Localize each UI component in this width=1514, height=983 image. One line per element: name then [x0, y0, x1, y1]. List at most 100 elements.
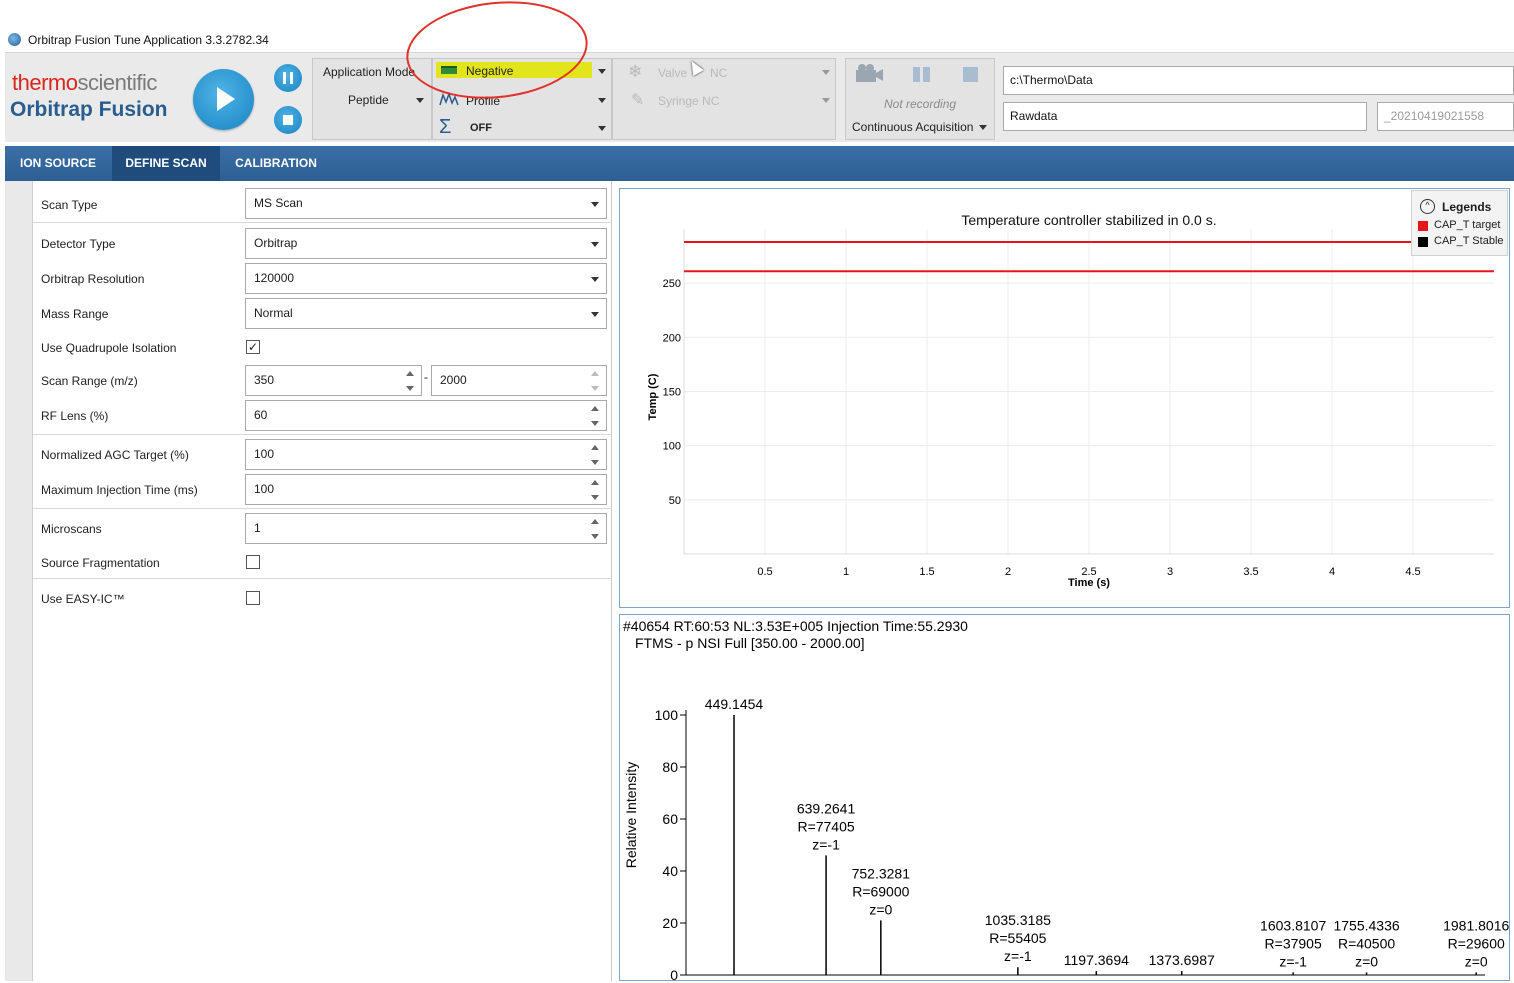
play-icon	[217, 87, 235, 111]
easy-ic-checkbox[interactable]	[246, 591, 260, 605]
scan-range-min[interactable]: 350	[245, 365, 422, 396]
peak-label: 1035.3185	[985, 912, 1051, 928]
rf-lens-field[interactable]: 60	[245, 400, 607, 431]
y-axis-label: Temp (C)	[647, 373, 659, 420]
peak-label: 1603.8107	[1260, 917, 1326, 933]
y-tick-label: 250	[663, 278, 681, 290]
syringe-select[interactable]: Syringe NC	[658, 94, 719, 108]
file-suffix-field[interactable]: _20210419021558	[1377, 102, 1514, 131]
y-tick-label: 0	[670, 967, 678, 980]
microscans-field[interactable]: 1	[245, 513, 607, 544]
divider	[33, 222, 612, 223]
thermo-logo: thermoscientific	[12, 70, 157, 95]
x-tick-label: 0.5	[757, 566, 772, 578]
record-pause-icon[interactable]	[913, 67, 931, 82]
spinner-icon[interactable]	[590, 518, 600, 540]
chevron-down-icon[interactable]	[822, 98, 830, 103]
tab-ion-source[interactable]: ION SOURCE	[12, 146, 104, 181]
start-button[interactable]	[193, 69, 254, 130]
peak-label: 1373.6987	[1149, 952, 1215, 968]
tab-define-scan[interactable]: DEFINE SCAN	[112, 146, 220, 181]
chevron-down-icon[interactable]	[598, 98, 606, 103]
x-tick-label: 1	[843, 566, 849, 578]
chevron-down-icon	[591, 242, 599, 247]
divider	[33, 434, 612, 435]
legend-swatch	[1418, 237, 1428, 247]
peak-label: 639.2641	[797, 800, 856, 816]
stop-icon	[283, 115, 293, 125]
source-frag-checkbox[interactable]	[246, 555, 260, 569]
divider	[33, 578, 612, 579]
microscans-label: Microscans	[41, 522, 102, 536]
scan-range-separator: -	[424, 370, 428, 384]
chevron-down-icon[interactable]	[598, 126, 606, 131]
mass-range-select[interactable]: Normal	[245, 298, 607, 329]
spinner-icon[interactable]	[405, 370, 415, 392]
window-title: Orbitrap Fusion Tune Application 3.3.278…	[28, 33, 269, 47]
y-axis-label: Relative Intensity	[623, 762, 639, 869]
easy-ic-label: Use EASY-IC™	[41, 592, 125, 606]
data-path-field[interactable]: c:\Thermo\Data	[1003, 66, 1514, 95]
spinner-icon[interactable]	[590, 405, 600, 427]
stop-button[interactable]	[274, 106, 302, 134]
scan-range-label: Scan Range (m/z)	[41, 374, 138, 388]
file-name-field[interactable]: Rawdata	[1003, 102, 1367, 131]
y-tick-label: 50	[669, 495, 681, 507]
divider	[33, 508, 612, 509]
chevron-down-icon[interactable]	[416, 98, 424, 103]
record-stop-icon[interactable]	[963, 67, 978, 82]
x-tick-label: 2	[1005, 566, 1011, 578]
left-collapse-bar[interactable]	[5, 181, 33, 981]
mass-range-label: Mass Range	[41, 307, 109, 321]
injection-time-field[interactable]: 100	[245, 474, 607, 505]
source-frag-label: Source Fragmentation	[41, 556, 160, 570]
y-tick-label: 150	[663, 387, 681, 399]
chevron-down-icon[interactable]	[979, 125, 987, 130]
acquisition-select[interactable]: Continuous Acquisition	[852, 120, 973, 134]
spinner-icon[interactable]	[590, 370, 600, 392]
spinner-icon[interactable]	[590, 444, 600, 466]
quad-isolation-label: Use Quadrupole Isolation	[41, 341, 177, 355]
scan-filter: FTMS - p NSI Full [350.00 - 2000.00]	[635, 635, 865, 651]
peak-label: z=0	[1465, 953, 1488, 969]
chevron-down-icon[interactable]	[598, 69, 606, 74]
tab-calibration[interactable]: CALIBRATION	[226, 146, 326, 181]
resolution-select[interactable]: 120000	[245, 263, 607, 294]
recording-status: Not recording	[884, 97, 957, 111]
chevron-down-icon[interactable]	[822, 70, 830, 75]
x-tick-label: 4.5	[1405, 566, 1420, 578]
scan-type-select[interactable]: MS Scan	[245, 188, 607, 219]
pause-button[interactable]	[274, 64, 302, 92]
legend-swatch	[1418, 221, 1428, 231]
peak-label: R=40500	[1338, 935, 1395, 951]
valve-value[interactable]: NC	[710, 66, 727, 80]
chevron-down-icon	[591, 312, 599, 317]
peak-label: z=0	[869, 901, 892, 917]
legend-title: Legends	[1442, 200, 1492, 214]
scan-range-max[interactable]: 2000	[431, 365, 607, 396]
collapse-up-icon[interactable]: ^	[1420, 199, 1435, 214]
app-mode-select[interactable]: Peptide	[348, 93, 389, 107]
legend-item: CAP_T target	[1434, 219, 1501, 231]
quad-isolation-checkbox[interactable]: ✓	[246, 340, 260, 354]
peak-label: z=-1	[1004, 948, 1032, 964]
peak-label: 752.3281	[852, 865, 911, 881]
peak-label: R=29600	[1448, 935, 1505, 951]
detector-select[interactable]: Orbitrap	[245, 228, 607, 259]
peak-label: z=0	[1355, 953, 1378, 969]
peak-label: R=37905	[1265, 935, 1322, 951]
syringe-icon: ✎	[631, 92, 645, 109]
temperature-chart: Temperature controller stabilized in 0.0…	[647, 212, 1494, 589]
peak-label: 449.1454	[705, 696, 764, 712]
scan-header: #40654 RT:60:53 NL:3.53E+005 Injection T…	[623, 618, 968, 634]
camera-icon[interactable]	[855, 62, 885, 84]
peak-label: R=55405	[989, 930, 1046, 946]
agc-label: Normalized AGC Target (%)	[41, 448, 189, 462]
spinner-icon[interactable]	[590, 479, 600, 501]
agc-field[interactable]: 100	[245, 439, 607, 470]
x-axis-label: Time (s)	[1068, 577, 1110, 589]
resolution-label: Orbitrap Resolution	[41, 272, 145, 286]
peak-label: z=-1	[812, 836, 840, 852]
sum-select[interactable]: OFF	[470, 122, 492, 134]
y-tick-label: 100	[663, 441, 681, 453]
